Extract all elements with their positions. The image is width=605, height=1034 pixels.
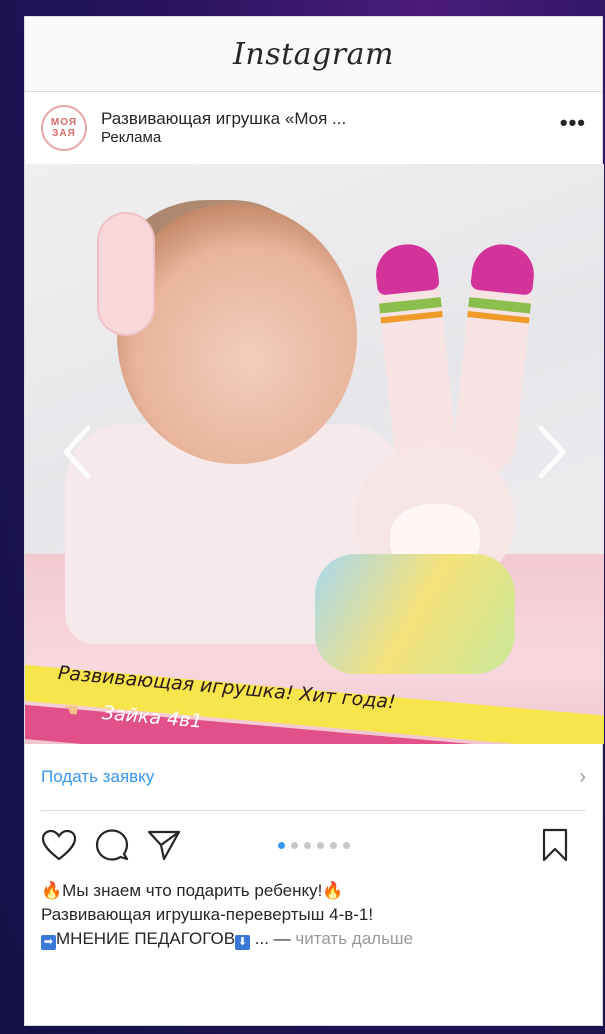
post-caption: 🔥Мы знаем что подарить ребенку!🔥 Развива…: [25, 879, 602, 951]
action-bar: [25, 811, 602, 879]
instagram-window: Instagram МОЯ ЗАЯ Развивающая игрушка «М…: [24, 16, 604, 1026]
sponsored-label: Реклама: [101, 129, 162, 146]
more-options-icon[interactable]: •••: [560, 110, 586, 146]
caption-line: 🔥Мы знаем что подарить ребенку!🔥: [41, 879, 586, 903]
fire-icon: 🔥: [41, 881, 63, 900]
bunny-toy: [315, 241, 537, 674]
bunny-hair-clip: [97, 212, 155, 336]
bookmark-icon[interactable]: [542, 828, 568, 862]
arrow-down-icon: ⬇: [235, 935, 251, 950]
cta-row[interactable]: Подать заявку ›: [25, 744, 602, 810]
caption-line: ➡ МНЕНИЕ ПЕДАГОГОВ ⬇ ... — читать дальше: [41, 927, 586, 951]
carousel-next-icon[interactable]: [532, 422, 572, 482]
cta-apply-button[interactable]: Подать заявку: [41, 767, 154, 787]
heart-icon[interactable]: [41, 829, 77, 861]
post-header: МОЯ ЗАЯ Развивающая игрушка «Моя ... Рек…: [25, 92, 602, 164]
caption-text: Мы знаем что подарить ребенку!: [62, 881, 323, 900]
fire-icon: 🔥: [322, 881, 344, 900]
instagram-logo[interactable]: Instagram: [233, 37, 394, 72]
caption-text: МНЕНИЕ ПЕДАГОГОВ: [56, 929, 236, 948]
carousel-dot: [303, 841, 311, 849]
read-more-link[interactable]: читать дальше: [295, 929, 413, 948]
caption-line: Развивающая игрушка-перевертыш 4-в-1!: [41, 905, 374, 924]
carousel-dot: [316, 841, 324, 849]
caption-ellipsis: ... —: [254, 929, 296, 948]
comment-icon[interactable]: [95, 828, 129, 862]
chevron-right-icon[interactable]: ›: [579, 766, 586, 789]
avatar[interactable]: МОЯ ЗАЯ: [41, 105, 87, 151]
post-image[interactable]: Развивающая игрушка! Хит года! ☚ Зайка 4…: [25, 164, 604, 744]
share-icon[interactable]: [147, 829, 181, 861]
post-meta: Развивающая игрушка «Моя ... Реклама: [101, 109, 560, 147]
bunny-body: [315, 554, 515, 674]
arrow-right-icon: ➡: [41, 935, 56, 950]
carousel-prev-icon[interactable]: [57, 422, 97, 482]
top-bar: Instagram: [25, 17, 602, 92]
bunny-ear-right: [451, 241, 537, 477]
carousel-dot: [329, 841, 337, 849]
carousel-dot: [277, 841, 285, 849]
bunny-ear-left: [373, 241, 459, 477]
carousel-dot: [342, 841, 350, 849]
pointing-hand-icon: ☚: [62, 699, 81, 721]
account-name[interactable]: Развивающая игрушка «Моя ...: [101, 109, 560, 129]
avatar-text-bottom: ЗАЯ: [52, 128, 76, 139]
carousel-dot: [290, 841, 298, 849]
avatar-text-top: МОЯ: [50, 117, 78, 128]
